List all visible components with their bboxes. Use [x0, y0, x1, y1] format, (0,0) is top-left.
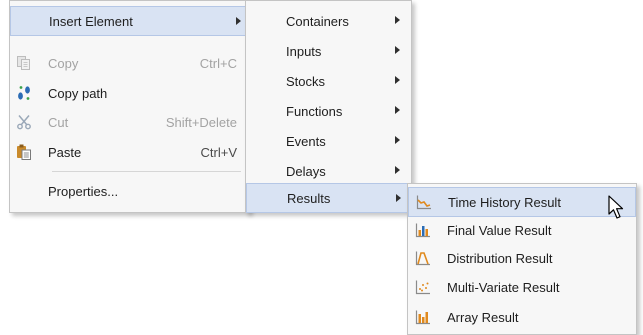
results-item-time-history[interactable]: Time History Result — [408, 187, 636, 217]
submenu-item-delays[interactable]: Delays — [246, 156, 411, 186]
stocks-label: Stocks — [286, 73, 326, 89]
menu-item-paste[interactable]: Paste Ctrl+V — [10, 137, 249, 167]
copy-icon — [17, 56, 30, 70]
multi-variate-result-label: Multi-Variate Result — [447, 279, 560, 295]
menu-item-cut[interactable]: Cut Shift+Delete — [10, 107, 249, 137]
results-submenu: Time History Result Final Value Result D… — [407, 183, 637, 335]
distribution-result-label: Distribution Result — [447, 250, 553, 266]
mouse-cursor-icon — [608, 195, 624, 219]
copy-shortcut: Ctrl+C — [199, 55, 237, 71]
submenu-arrow-icon — [395, 76, 400, 84]
properties-label: Properties... — [48, 183, 119, 199]
insert-element-label: Insert Element — [49, 13, 133, 29]
distribution-chart-icon — [415, 251, 430, 266]
array-result-label: Array Result — [447, 309, 519, 325]
menu-separator — [52, 171, 241, 172]
submenu-arrow-icon — [395, 46, 400, 54]
menu-item-copy[interactable]: Copy Ctrl+C — [10, 48, 249, 78]
containers-label: Containers — [286, 13, 349, 29]
submenu-item-inputs[interactable]: Inputs — [246, 36, 411, 66]
paste-icon — [17, 144, 31, 160]
copy-path-label: Copy path — [48, 85, 108, 101]
copy-label: Copy — [48, 55, 79, 71]
submenu-item-events[interactable]: Events — [246, 126, 411, 156]
scatter-chart-icon — [415, 280, 430, 295]
menu-item-copy-path[interactable]: Copy path — [10, 78, 249, 108]
context-menu: Insert Element Copy Ctrl+C Copy path Cut… — [9, 0, 250, 213]
submenu-arrow-icon — [236, 17, 241, 25]
inputs-label: Inputs — [286, 43, 322, 59]
insert-element-submenu: Containers Inputs Stocks Functions Event… — [245, 0, 412, 213]
final-value-chart-icon — [415, 223, 430, 238]
submenu-arrow-icon — [395, 16, 400, 24]
submenu-item-stocks[interactable]: Stocks — [246, 66, 411, 96]
submenu-item-containers[interactable]: Containers — [246, 6, 411, 36]
delays-label: Delays — [286, 163, 326, 179]
menu-item-insert-element[interactable]: Insert Element — [10, 6, 249, 36]
submenu-arrow-icon — [395, 166, 400, 174]
results-item-multi-variate[interactable]: Multi-Variate Result — [408, 272, 636, 302]
paste-shortcut: Ctrl+V — [200, 144, 237, 160]
results-label: Results — [287, 190, 331, 206]
menu-item-properties[interactable]: Properties... — [10, 176, 249, 206]
cut-label: Cut — [48, 114, 69, 130]
results-item-array[interactable]: Array Result — [408, 302, 636, 332]
submenu-item-functions[interactable]: Functions — [246, 96, 411, 126]
functions-label: Functions — [286, 103, 343, 119]
submenu-arrow-icon — [395, 106, 400, 114]
results-item-final-value[interactable]: Final Value Result — [408, 215, 636, 245]
submenu-item-results[interactable]: Results — [246, 183, 411, 213]
paste-label: Paste — [48, 144, 82, 160]
cut-shortcut: Shift+Delete — [165, 114, 237, 130]
scissors-icon — [17, 115, 31, 130]
submenu-arrow-icon — [396, 194, 401, 202]
results-item-distribution[interactable]: Distribution Result — [408, 243, 636, 273]
events-label: Events — [286, 133, 326, 149]
final-value-result-label: Final Value Result — [447, 222, 552, 238]
time-history-chart-icon — [416, 195, 431, 210]
footprints-icon — [18, 86, 30, 100]
time-history-result-label: Time History Result — [448, 194, 561, 210]
submenu-arrow-icon — [395, 136, 400, 144]
array-chart-icon — [415, 310, 430, 325]
